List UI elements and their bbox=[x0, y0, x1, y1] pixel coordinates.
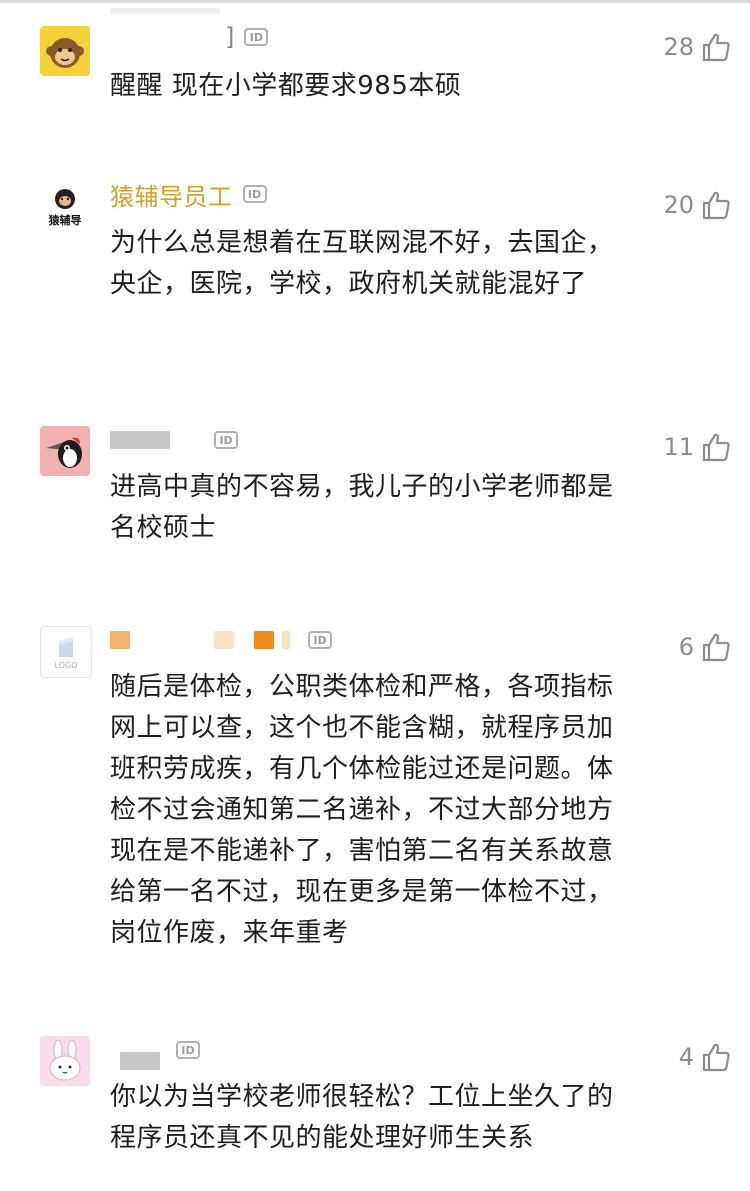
avatar[interactable] bbox=[40, 1036, 90, 1086]
id-badge: ID bbox=[242, 185, 267, 203]
author-row: 猿辅导员工 ID bbox=[110, 177, 267, 211]
comment-text: 随后是体检，公职类体检和严格，各项指标网上可以查，这个也不能含糊，就程序员加班积… bbox=[110, 672, 614, 948]
rabbit-icon bbox=[40, 1036, 90, 1086]
like-button[interactable]: 20 bbox=[663, 188, 732, 222]
like-button[interactable]: 11 bbox=[663, 430, 732, 464]
monkey-icon bbox=[40, 26, 90, 76]
blurred-author-name bbox=[214, 631, 234, 649]
avatar[interactable] bbox=[40, 426, 90, 476]
blurred-author-name bbox=[110, 431, 170, 449]
like-count: 6 bbox=[678, 633, 694, 661]
comment-text: 为什么总是想着在互联网混不好，去国企，央企，医院，学校，政府机关就能混好了 bbox=[110, 228, 614, 299]
thumbs-up-icon bbox=[702, 191, 730, 220]
thumbs-up-icon bbox=[702, 33, 730, 62]
yuanfudao-logo-icon bbox=[55, 189, 75, 209]
author-name[interactable]: 猿辅导员工 bbox=[110, 177, 233, 212]
thumbs-up-icon bbox=[702, 433, 730, 462]
like-button[interactable]: 28 bbox=[663, 30, 732, 64]
avatar-label: LOGO bbox=[54, 660, 78, 670]
blurred-author-name bbox=[110, 631, 130, 649]
like-count: 11 bbox=[663, 433, 694, 461]
avatar[interactable] bbox=[40, 26, 90, 76]
id-badge: ID bbox=[308, 631, 332, 649]
comment-text: 醒醒 现在小学都要求985本硕 bbox=[110, 71, 462, 101]
author-row: ID bbox=[110, 423, 238, 457]
avatar-label: 猿辅导 bbox=[48, 214, 82, 227]
name-fragment: ] bbox=[225, 23, 235, 51]
top-blurred-fragment bbox=[110, 8, 220, 14]
thumbs-up-icon bbox=[702, 633, 730, 662]
comment-text: 进高中真的不容易，我儿子的小学老师都是名校硕士 bbox=[110, 472, 614, 543]
blurred-author-name bbox=[254, 631, 274, 649]
id-badge: ID bbox=[244, 28, 269, 46]
author-row: ] ID bbox=[110, 20, 269, 54]
like-count: 4 bbox=[678, 1043, 694, 1071]
avatar[interactable]: 猿辅导 bbox=[40, 183, 90, 233]
logo-placeholder-icon bbox=[59, 636, 73, 657]
thumbs-up-icon bbox=[702, 1043, 730, 1072]
avatar[interactable]: LOGO bbox=[40, 626, 92, 678]
blurred-author-name bbox=[282, 631, 290, 649]
woodpecker-icon bbox=[40, 426, 90, 476]
like-button[interactable]: 6 bbox=[679, 630, 732, 664]
like-button[interactable]: 4 bbox=[679, 1040, 732, 1074]
id-badge: ID bbox=[214, 431, 238, 449]
like-count: 28 bbox=[663, 33, 694, 61]
top-divider bbox=[0, 0, 750, 3]
blurred-author-name bbox=[120, 1052, 160, 1070]
author-row: ID bbox=[110, 623, 332, 657]
comment-text: 你以为当学校老师很轻松？工位上坐久了的程序员还真不见的能处理好师生关系 bbox=[110, 1082, 614, 1153]
like-count: 20 bbox=[663, 191, 694, 219]
id-badge: ID bbox=[176, 1041, 200, 1059]
